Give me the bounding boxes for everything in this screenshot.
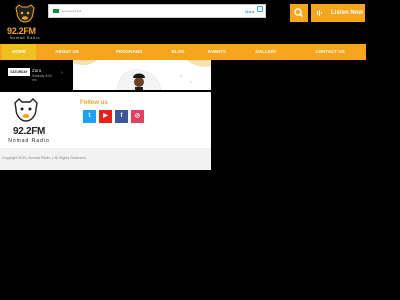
footer-logo-tagline: Nomad Radio — [8, 138, 50, 144]
twitter-icon: t — [88, 113, 91, 119]
ad-info-icon[interactable]: i — [257, 6, 263, 12]
camel-logo-icon — [14, 98, 38, 122]
listen-now-label: Listen Now — [331, 10, 364, 16]
copyright-text: Copyright 2019. Nomad Radio. | All Right… — [2, 156, 87, 160]
instagram-icon: ◎ — [134, 113, 141, 119]
footer-logo-frequency: 92.2FM — [12, 126, 46, 137]
now-playing-panel[interactable]: SATURDAY Zara Saturday 8:00 hrs › — [0, 60, 73, 90]
listen-now-button[interactable]: Listen Now — [311, 4, 365, 22]
twitter-button[interactable]: t — [83, 110, 96, 123]
show-time-unit: hrs — [32, 78, 37, 82]
nav-item-about-us[interactable]: ABOUT US — [52, 44, 82, 60]
ad-banner[interactable]: sponsored link Mai ▸ i — [48, 4, 266, 18]
ad-text: sponsored link — [62, 9, 82, 13]
facebook-button[interactable]: f — [115, 110, 128, 123]
nav-item-contact-us[interactable]: CONTACT US — [310, 44, 350, 60]
instagram-button[interactable]: ◎ — [131, 110, 144, 123]
logo-frequency: 92.2FM — [7, 26, 36, 36]
radio-waves-icon — [317, 10, 322, 16]
search-button[interactable] — [290, 4, 308, 22]
footer: 92.2FM Nomad Radio Follow us t ▶ f ◎ — [0, 92, 211, 148]
follow-us-heading: Follow us — [80, 100, 108, 106]
nav-item-blog[interactable]: BLOG — [168, 44, 188, 60]
nav-item-programs[interactable]: PROGRAMS — [112, 44, 146, 60]
youtube-button[interactable]: ▶ — [99, 110, 112, 123]
site-logo[interactable]: 92.2FM Nomad Radio — [5, 4, 45, 44]
camel-logo-icon — [15, 4, 35, 23]
hero-banner — [73, 60, 211, 90]
nav-item-events[interactable]: EVENTS — [204, 44, 230, 60]
youtube-icon: ▶ — [103, 113, 108, 119]
copyright-bar: Copyright 2019. Nomad Radio. | All Right… — [0, 148, 211, 170]
nav-item-home[interactable]: HOME — [2, 44, 36, 60]
show-name: Zara — [32, 68, 42, 73]
nav-item-gallery[interactable]: GALLERY — [252, 44, 280, 60]
banner-image — [73, 60, 211, 90]
search-icon — [294, 8, 303, 17]
footer-logo[interactable]: 92.2FM Nomad Radio — [4, 96, 52, 146]
day-badge: SATURDAY — [8, 68, 30, 76]
ad-cta[interactable]: Mai ▸ — [245, 9, 255, 14]
chevron-right-icon[interactable]: › — [61, 70, 63, 76]
facebook-icon: f — [120, 113, 123, 119]
main-nav: HOME ABOUT US PROGRAMS BLOG EVENTS GALLE… — [0, 44, 366, 60]
logo-tagline: Nomad Radio — [10, 36, 41, 40]
ad-logo — [53, 9, 59, 13]
